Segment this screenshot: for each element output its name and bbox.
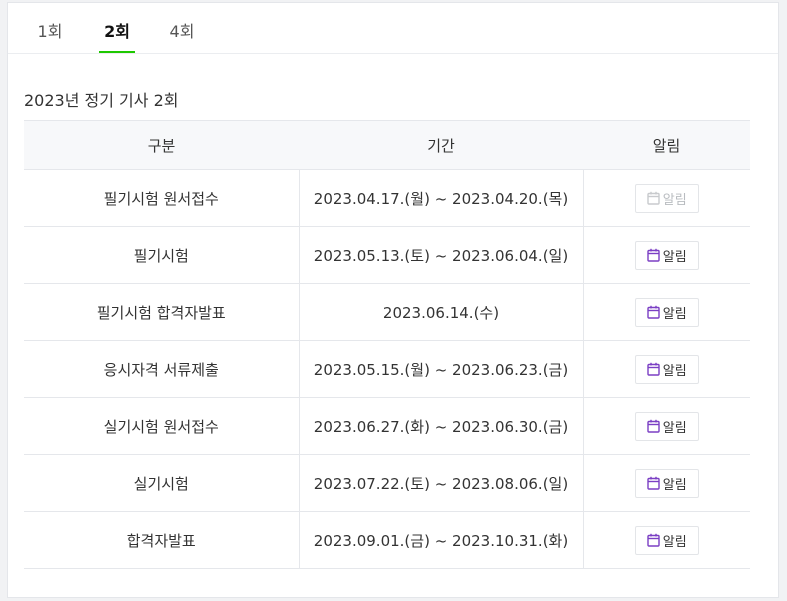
table-row: 합격자발표 2023.09.01.(금) ~ 2023.10.31.(화) 알림	[24, 511, 750, 569]
alarm-button[interactable]: 알림	[634, 525, 699, 555]
tab-round-1[interactable]: 1회	[36, 18, 64, 53]
exam-schedule-card: 1회 2회 4회 2023년 정기 기사 2회 구분 기간 알림 필기시험 원서…	[7, 2, 779, 598]
schedule-item-name: 응시자격 서류제출	[24, 340, 300, 398]
alarm-label: 알림	[662, 363, 687, 379]
calendar-icon	[647, 419, 660, 433]
schedule-item-period: 2023.07.22.(토) ~ 2023.08.06.(일)	[299, 454, 584, 512]
alarm-cell: 알림	[583, 340, 750, 398]
schedule-item-name: 실기시험 원서접수	[24, 397, 300, 455]
schedule-item-name: 필기시험 합격자발표	[24, 283, 300, 341]
alarm-label: 알림	[662, 192, 687, 208]
alarm-label: 알림	[662, 249, 687, 265]
header-alarm: 알림	[583, 120, 750, 170]
table-row: 응시자격 서류제출 2023.05.15.(월) ~ 2023.06.23.(금)…	[24, 340, 750, 398]
table-row: 실기시험 원서접수 2023.06.27.(화) ~ 2023.06.30.(금)…	[24, 397, 750, 455]
calendar-icon	[647, 305, 660, 319]
calendar-icon	[647, 533, 660, 547]
alarm-label: 알림	[662, 534, 687, 550]
schedule-item-period: 2023.04.17.(월) ~ 2023.04.20.(목)	[299, 169, 584, 227]
alarm-button[interactable]: 알림	[634, 297, 699, 327]
schedule-item-name: 실기시험	[24, 454, 300, 512]
table-header-row: 구분 기간 알림	[24, 120, 750, 170]
alarm-label: 알림	[662, 477, 687, 493]
calendar-icon	[647, 476, 660, 490]
header-category: 구분	[24, 120, 299, 170]
tab-round-4[interactable]: 4회	[168, 18, 196, 53]
schedule-table: 구분 기간 알림 필기시험 원서접수 2023.04.17.(월) ~ 2023.…	[24, 120, 750, 569]
alarm-button: 알림	[634, 183, 699, 213]
alarm-cell: 알림	[583, 454, 750, 512]
alarm-button[interactable]: 알림	[634, 240, 699, 270]
calendar-icon	[647, 248, 660, 262]
schedule-item-period: 2023.05.13.(토) ~ 2023.06.04.(일)	[299, 226, 584, 284]
tab-round-2[interactable]: 2회	[99, 18, 135, 53]
schedule-item-period: 2023.06.27.(화) ~ 2023.06.30.(금)	[299, 397, 584, 455]
table-row: 필기시험 합격자발표 2023.06.14.(수) 알림	[24, 283, 750, 341]
schedule-item-period: 2023.06.14.(수)	[299, 283, 584, 341]
alarm-cell: 알림	[583, 283, 750, 341]
alarm-cell: 알림	[583, 169, 750, 227]
schedule-item-period: 2023.05.15.(월) ~ 2023.06.23.(금)	[299, 340, 584, 398]
table-row: 필기시험 원서접수 2023.04.17.(월) ~ 2023.04.20.(목)…	[24, 169, 750, 227]
alarm-button[interactable]: 알림	[634, 468, 699, 498]
alarm-cell: 알림	[583, 511, 750, 569]
table-row: 실기시험 2023.07.22.(토) ~ 2023.08.06.(일) 알림	[24, 454, 750, 512]
alarm-cell: 알림	[583, 226, 750, 284]
schedule-item-name: 합격자발표	[24, 511, 300, 569]
schedule-item-name: 필기시험 원서접수	[24, 169, 300, 227]
calendar-icon	[647, 191, 660, 205]
table-row: 필기시험 2023.05.13.(토) ~ 2023.06.04.(일) 알림	[24, 226, 750, 284]
section-title: 2023년 정기 기사 2회	[24, 91, 179, 110]
calendar-icon	[647, 362, 660, 376]
alarm-label: 알림	[662, 306, 687, 322]
schedule-item-period: 2023.09.01.(금) ~ 2023.10.31.(화)	[299, 511, 584, 569]
round-tabs: 1회 2회 4회	[8, 3, 778, 54]
header-period: 기간	[299, 120, 583, 170]
alarm-button[interactable]: 알림	[634, 411, 699, 441]
schedule-item-name: 필기시험	[24, 226, 300, 284]
alarm-cell: 알림	[583, 397, 750, 455]
alarm-label: 알림	[662, 420, 687, 436]
alarm-button[interactable]: 알림	[634, 354, 699, 384]
